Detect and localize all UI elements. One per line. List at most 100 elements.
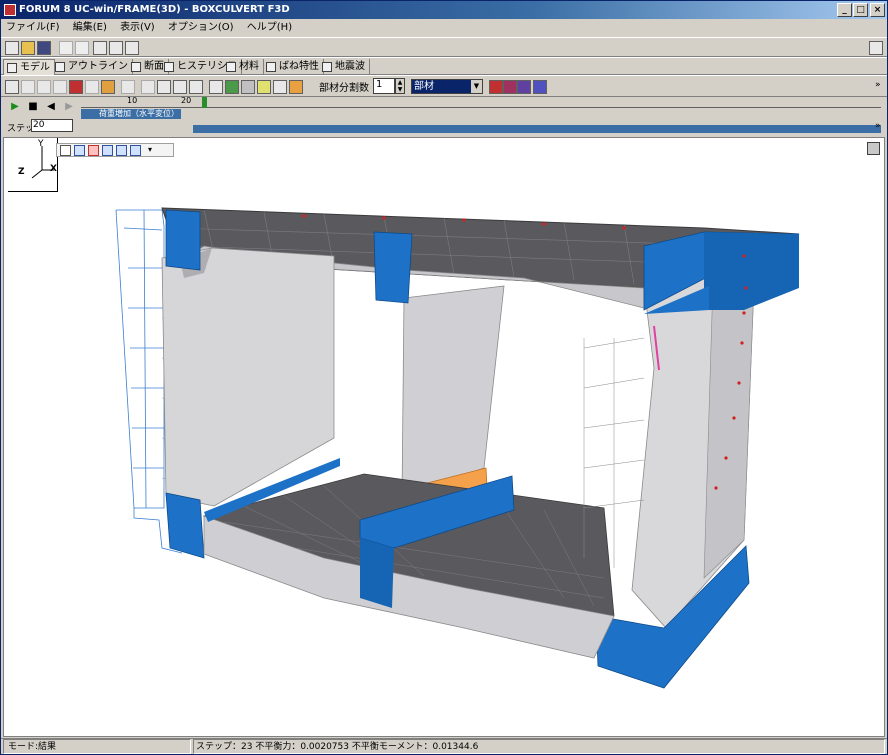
edit-member-icon[interactable]	[517, 80, 531, 94]
tab-spring[interactable]: ばね特性	[263, 59, 324, 75]
chevron-down-icon[interactable]: ▼	[471, 80, 482, 93]
tab-label: アウトライン	[68, 61, 128, 72]
more-tools-icon[interactable]: ▾	[148, 145, 159, 156]
new-file-icon[interactable]	[5, 41, 19, 55]
axis-graphic: Y X Z	[18, 139, 57, 179]
tab-label: モデル	[20, 62, 50, 73]
move-icon[interactable]	[157, 80, 171, 94]
menu-file[interactable]: ファイル(F)	[1, 19, 65, 37]
top-slab-grid	[173, 209, 745, 285]
refresh-icon[interactable]	[533, 80, 547, 94]
add-member-icon[interactable]	[489, 80, 503, 94]
sphere-icon[interactable]	[241, 80, 255, 94]
progress-bar	[193, 125, 881, 133]
menu-edit[interactable]: 編集(E)	[68, 19, 112, 37]
print-preview-icon[interactable]	[93, 41, 107, 55]
pan-icon[interactable]	[102, 145, 113, 156]
undo-icon[interactable]	[59, 41, 73, 55]
camera-icon[interactable]	[273, 80, 287, 94]
axis-indicator: Y X Z	[8, 138, 58, 192]
properties-icon[interactable]	[109, 41, 123, 55]
close-button[interactable]: ×	[870, 3, 885, 17]
tick-20: 20	[181, 96, 192, 105]
division-spinner[interactable]: ▲ ▼	[395, 78, 405, 94]
node-edit-icon[interactable]	[21, 80, 35, 94]
division-input[interactable]: 1	[373, 78, 395, 94]
track-label: 荷重増加（水平変位）	[99, 109, 179, 118]
window-layout-icon[interactable]	[869, 41, 883, 55]
deformation-markers	[302, 214, 748, 490]
center-bottom-rigid-zone	[359, 475, 515, 549]
tab-model[interactable]: モデル	[3, 59, 55, 75]
menu-bar: ファイル(F) 編集(E) 表示(V) オプション(O) ヘルプ(H)	[1, 19, 887, 37]
3d-viewport[interactable]: Y X Z ▾	[3, 137, 885, 737]
rotate-icon[interactable]	[74, 145, 85, 156]
anchor-icon[interactable]	[173, 80, 187, 94]
status-bar: モード:結果 ステップ：23 不平衡力：0.0020753 不平衡モーメント：0…	[1, 738, 887, 754]
timeline-ruler: 10 20	[81, 96, 211, 106]
fit-view-icon[interactable]	[130, 145, 141, 156]
load-icon[interactable]	[69, 80, 83, 94]
rotate-z-icon[interactable]	[88, 145, 99, 156]
maximize-button[interactable]: □	[853, 3, 868, 17]
member-icon[interactable]	[37, 80, 51, 94]
app-window: FORUM 8 UC-win/FRAME(3D) - BOXCULVERT F3…	[0, 0, 888, 755]
minimize-button[interactable]: _	[837, 3, 852, 17]
stop-icon[interactable]: ■	[27, 101, 39, 113]
play-icon[interactable]: ▶	[9, 101, 21, 113]
hysteresis-icon	[164, 62, 174, 72]
left-wall	[161, 247, 335, 507]
support-icon[interactable]	[53, 80, 67, 94]
step-forward-icon[interactable]: ▶	[63, 101, 75, 113]
save-icon[interactable]	[37, 41, 51, 55]
step-back-icon[interactable]: ◀	[45, 101, 57, 113]
beam-section-icon[interactable]	[209, 80, 223, 94]
spring-member-icon[interactable]	[85, 80, 99, 94]
report-icon[interactable]	[125, 41, 139, 55]
right-wall	[631, 232, 757, 629]
panel-overflow-icon[interactable]: »	[875, 121, 881, 131]
rigid-zone-icon[interactable]	[121, 80, 135, 94]
model-toolbar: 部材分割数 N 1 ▲ ▼ 部材 ▼ »	[1, 75, 887, 97]
bottom-slab-front	[203, 515, 615, 659]
tick-10: 10	[127, 96, 138, 105]
load-case-track[interactable]: 荷重増加（水平変位）	[81, 109, 181, 119]
right-top-rigid-zone	[643, 231, 800, 311]
pointer-icon[interactable]	[60, 145, 71, 156]
model-icon	[7, 63, 17, 73]
axis-x-label: X	[50, 164, 57, 174]
mass-icon[interactable]	[101, 80, 115, 94]
open-folder-icon[interactable]	[21, 41, 35, 55]
menu-view[interactable]: 表示(V)	[115, 19, 160, 37]
right-top-rigid-front	[644, 286, 709, 314]
timeline-baseline	[81, 107, 881, 108]
toolbar-overflow-icon[interactable]: »	[875, 80, 881, 90]
scale-icon[interactable]	[189, 80, 203, 94]
tab-seismic-wave[interactable]: 地震波	[319, 59, 370, 75]
view-options-icon[interactable]	[867, 142, 880, 155]
moment-marker	[653, 325, 660, 371]
menu-help[interactable]: ヘルプ(H)	[242, 19, 297, 37]
render-icon[interactable]	[289, 80, 303, 94]
tab-label: ばね特性	[279, 61, 319, 72]
add-node-icon[interactable]	[141, 80, 155, 94]
right-top-rigid-side	[704, 232, 799, 310]
menu-options[interactable]: オプション(O)	[163, 19, 239, 37]
app-icon	[4, 4, 16, 16]
node-icon[interactable]	[5, 80, 19, 94]
axis-y-label: Y	[37, 139, 44, 149]
right-bottom-rigid-zone	[595, 545, 750, 689]
timeline-playhead[interactable]	[202, 97, 207, 108]
tab-outline[interactable]: アウトライン	[52, 59, 133, 75]
member-select[interactable]: 部材 ▼	[411, 79, 483, 94]
bulb-icon[interactable]	[257, 80, 271, 94]
zoom-icon[interactable]	[116, 145, 127, 156]
delete-member-icon[interactable]	[503, 80, 517, 94]
color-fill-icon[interactable]	[225, 80, 239, 94]
tab-material[interactable]: 材料	[223, 59, 264, 75]
plastic-hinge-zone	[399, 467, 489, 521]
step-input[interactable]: 20	[31, 119, 73, 132]
axis-z-label: Z	[18, 167, 25, 177]
redo-icon[interactable]	[75, 41, 89, 55]
timeline[interactable]: 10 20	[81, 96, 881, 117]
